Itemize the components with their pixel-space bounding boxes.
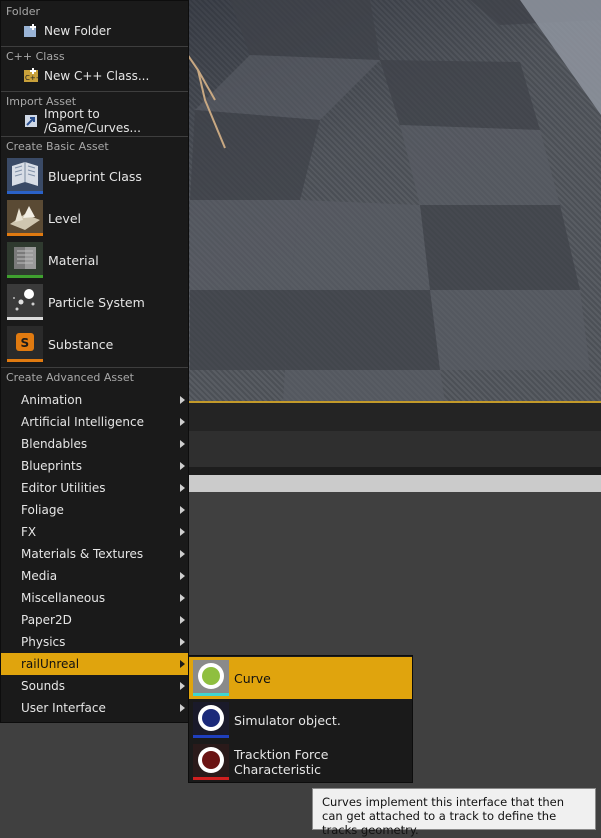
adv-item-label: Materials & Textures xyxy=(21,547,144,561)
section-cpp-class: C++ Class xyxy=(6,50,65,63)
tracktion-force-icon xyxy=(193,744,229,780)
section-create-basic-asset: Create Basic Asset xyxy=(6,140,109,153)
adv-item-label: Artificial Intelligence xyxy=(21,415,144,429)
railunreal-submenu: Curve Simulator object. Tracktion Force … xyxy=(188,655,413,783)
adv-item-user-interface[interactable]: User Interface xyxy=(1,697,188,719)
substance-label: Substance xyxy=(48,336,114,352)
adv-item-physics[interactable]: Physics xyxy=(1,631,188,653)
tracktion-force-item[interactable]: Tracktion Force Characteristic xyxy=(189,741,412,783)
simulator-object-icon xyxy=(193,702,229,738)
chevron-right-icon xyxy=(180,396,185,404)
import-item[interactable]: Import to /Game/Curves... xyxy=(1,107,188,135)
adv-item-paper2d[interactable]: Paper2D xyxy=(1,609,188,631)
adv-item-label: railUnreal xyxy=(21,657,80,671)
curve-tooltip: Curves implement this interface that the… xyxy=(312,788,596,837)
chevron-right-icon xyxy=(180,594,185,602)
section-folder: Folder xyxy=(6,5,40,18)
adv-item-label: Physics xyxy=(21,635,66,649)
tracktion-force-label: Tracktion Force Characteristic xyxy=(234,747,329,777)
material-label: Material xyxy=(48,252,99,268)
curve-label: Curve xyxy=(234,670,271,686)
blueprint-class-item[interactable]: Blueprint Class xyxy=(1,155,188,197)
adv-item-railunreal[interactable]: railUnreal xyxy=(1,653,188,675)
adv-item-media[interactable]: Media xyxy=(1,565,188,587)
substance-item[interactable]: S Substance xyxy=(1,323,188,365)
simulator-object-label: Simulator object. xyxy=(234,712,341,728)
svg-text:C++: C++ xyxy=(25,74,39,82)
chevron-right-icon xyxy=(180,462,185,470)
adv-item-miscellaneous[interactable]: Miscellaneous xyxy=(1,587,188,609)
adv-item-materials-textures[interactable]: Materials & Textures xyxy=(1,543,188,565)
adv-item-label: Foliage xyxy=(21,503,64,517)
svg-text:S: S xyxy=(21,336,30,350)
chevron-right-icon xyxy=(180,418,185,426)
adv-item-animation[interactable]: Animation xyxy=(1,389,188,411)
import-icon xyxy=(23,113,39,129)
particle-system-item[interactable]: Particle System xyxy=(1,281,188,323)
level-item[interactable]: Level xyxy=(1,197,188,239)
separator xyxy=(1,46,188,47)
blueprint-class-icon xyxy=(7,158,43,194)
curve-icon xyxy=(193,660,229,696)
adv-item-label: Blendables xyxy=(21,437,88,451)
simulator-object-item[interactable]: Simulator object. xyxy=(189,699,412,741)
particle-system-icon xyxy=(7,284,43,320)
adv-item-blueprints[interactable]: Blueprints xyxy=(1,455,188,477)
import-label: Import to /Game/Curves... xyxy=(44,107,141,135)
chevron-right-icon xyxy=(180,682,185,690)
new-cpp-class-label: New C++ Class... xyxy=(44,69,150,83)
level-label: Level xyxy=(48,210,81,226)
level-icon xyxy=(7,200,43,236)
adv-item-sounds[interactable]: Sounds xyxy=(1,675,188,697)
adv-item-label: Editor Utilities xyxy=(21,481,106,495)
adv-item-label: Sounds xyxy=(21,679,66,693)
adv-item-foliage[interactable]: Foliage xyxy=(1,499,188,521)
separator xyxy=(1,367,188,368)
separator xyxy=(1,91,188,92)
adv-item-fx[interactable]: FX xyxy=(1,521,188,543)
adv-item-label: Blueprints xyxy=(21,459,83,473)
chevron-right-icon xyxy=(180,440,185,448)
adv-item-editor-utilities[interactable]: Editor Utilities xyxy=(1,477,188,499)
chevron-right-icon xyxy=(180,506,185,514)
new-folder-icon xyxy=(23,23,39,39)
material-item[interactable]: Material xyxy=(1,239,188,281)
adv-item-label: User Interface xyxy=(21,701,106,715)
chevron-right-icon xyxy=(180,528,185,536)
chevron-right-icon xyxy=(180,484,185,492)
add-new-context-menu: Folder New Folder C++ Class C++ New C++ … xyxy=(0,0,189,723)
curve-item[interactable]: Curve xyxy=(189,657,412,699)
blueprint-class-label: Blueprint Class xyxy=(48,168,142,184)
chevron-right-icon xyxy=(180,616,185,624)
adv-item-label: Paper2D xyxy=(21,613,72,627)
adv-item-label: Miscellaneous xyxy=(21,591,106,605)
adv-item-label: Animation xyxy=(21,393,83,407)
chevron-right-icon xyxy=(180,550,185,558)
chevron-right-icon xyxy=(180,660,185,668)
adv-item-artificial-intelligence[interactable]: Artificial Intelligence xyxy=(1,411,188,433)
substance-icon: S xyxy=(7,326,43,362)
chevron-right-icon xyxy=(180,704,185,712)
separator xyxy=(1,136,188,137)
chevron-right-icon xyxy=(180,572,185,580)
chevron-right-icon xyxy=(180,638,185,646)
cpp-class-icon: C++ xyxy=(23,68,42,84)
adv-item-label: FX xyxy=(21,525,37,539)
section-create-advanced-asset: Create Advanced Asset xyxy=(6,371,134,384)
adv-item-blendables[interactable]: Blendables xyxy=(1,433,188,455)
particle-system-label: Particle System xyxy=(48,294,145,310)
material-icon xyxy=(7,242,43,278)
adv-item-label: Media xyxy=(21,569,58,583)
new-folder-label: New Folder xyxy=(44,24,112,38)
new-cpp-class-item[interactable]: C++ New C++ Class... xyxy=(1,65,188,87)
new-folder-item[interactable]: New Folder xyxy=(1,20,188,42)
